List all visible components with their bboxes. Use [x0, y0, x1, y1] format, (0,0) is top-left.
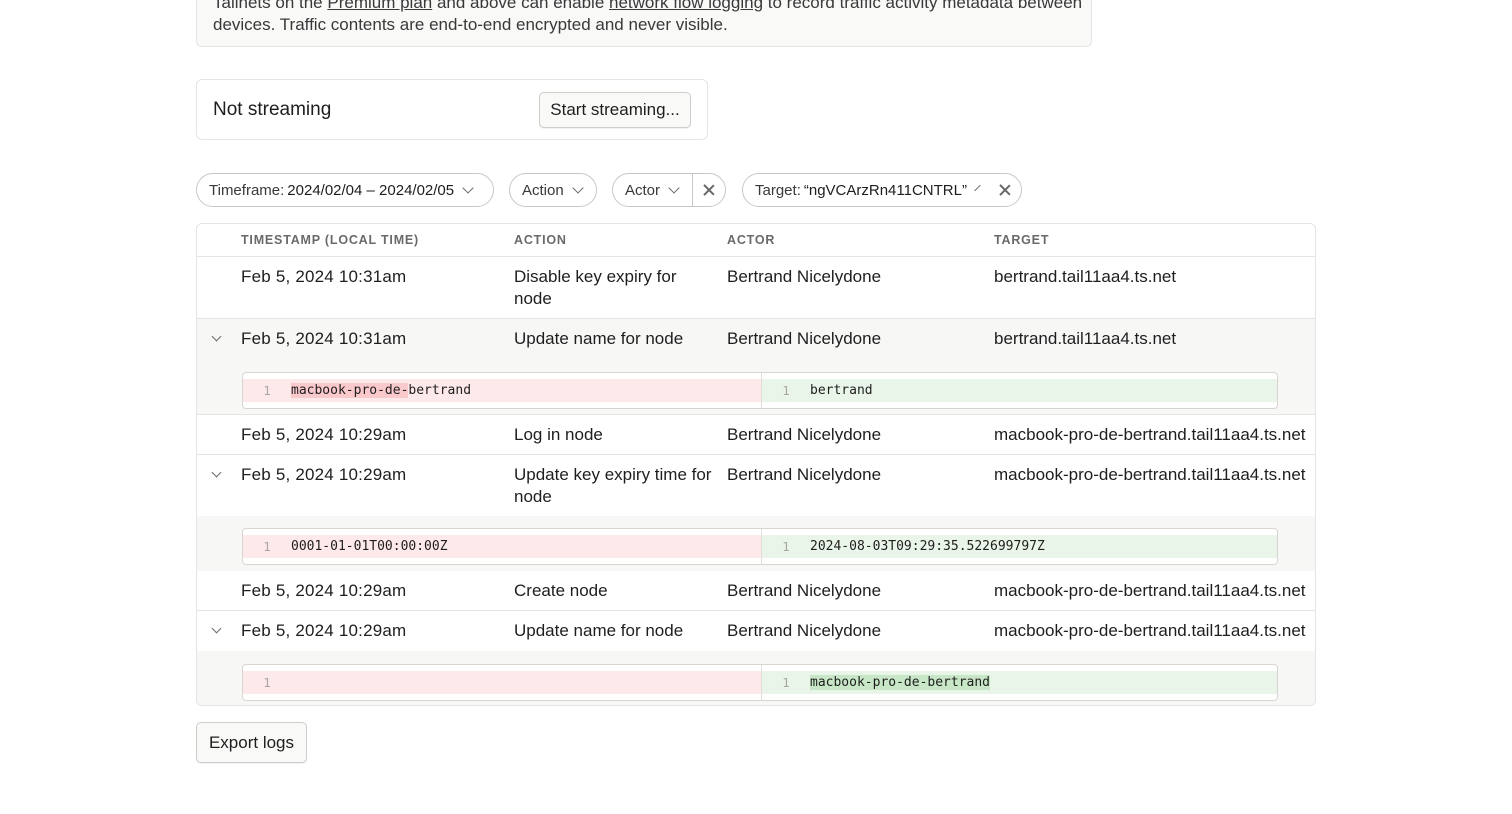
row-target: macbook-pro-de-bertrand.tail11aa4.ts.net	[994, 581, 1306, 600]
column-header-timestamp[interactable]: TIMESTAMP (LOCAL TIME)	[241, 233, 419, 247]
chevron-down-icon	[462, 181, 474, 194]
row-timestamp: Feb 5, 2024 10:31am	[241, 267, 407, 286]
timeframe-label: Timeframe:	[209, 181, 285, 199]
actor-filter-label: Actor	[625, 181, 661, 199]
diff-line-number: 1	[782, 383, 790, 398]
chevron-down-icon[interactable]	[211, 467, 222, 478]
diff-added-text: macbook-pro-de-bertrand	[810, 675, 991, 690]
chevron-down-icon[interactable]	[211, 623, 222, 634]
diff-view: 1 0001-01-01T00:00:00Z 1 2024-08-03T09:2…	[242, 528, 1278, 565]
diff-old-line: 1 macbook-pro-de-bertrand	[243, 379, 761, 402]
row-target: macbook-pro-de-bertrand.tail11aa4.ts.net	[994, 465, 1306, 484]
row-actor: Bertrand Nicelydone	[727, 267, 882, 286]
row-target: macbook-pro-de-bertrand.tail11aa4.ts.net	[994, 621, 1306, 640]
diff-removed-text: 0001-01-01T00:00:00Z	[291, 539, 448, 554]
row-action: Log in node	[514, 425, 603, 444]
actor-filter-dropdown[interactable]: Actor	[613, 174, 692, 206]
target-filter-dropdown[interactable]: Target: “ngVCArzRn411CNTRL”	[743, 174, 989, 206]
diff-removed-text: macbook-pro-de-	[291, 383, 409, 398]
table-row-expanded[interactable]: Feb 5, 2024 10:31am Update name for node…	[197, 319, 1315, 415]
diff-line-number: 1	[263, 675, 271, 690]
close-icon	[999, 184, 1011, 196]
chevron-down-icon	[572, 181, 584, 194]
diff-line-number: 1	[263, 539, 271, 554]
clear-target-filter-button[interactable]	[989, 174, 1021, 206]
row-action: Update name for node	[514, 329, 684, 348]
clear-actor-filter-button[interactable]	[693, 174, 725, 206]
close-icon	[703, 184, 715, 196]
row-action: Update name for node	[514, 621, 684, 640]
action-filter[interactable]: Action	[509, 173, 597, 207]
timeframe-filter[interactable]: Timeframe: 2024/02/04 – 2024/02/05	[196, 173, 494, 207]
notice-line-1: Tailnets on the Premium plan and above c…	[213, 0, 1082, 14]
chevron-down-icon	[974, 184, 981, 191]
table-row[interactable]: Feb 5, 2024 10:29am Log in node Bertrand…	[197, 415, 1315, 455]
export-logs-button[interactable]: Export logs	[196, 722, 307, 763]
network-flow-logging-link[interactable]: network flow logging	[609, 0, 763, 12]
target-filter: Target: “ngVCArzRn411CNTRL”	[742, 173, 1022, 207]
diff-view: 1 1 macbook-pro-de-bertrand	[242, 664, 1278, 701]
column-header-actor[interactable]: ACTOR	[727, 233, 775, 247]
diff-new-line: 1 2024-08-03T09:29:35.522699797Z	[762, 535, 1277, 558]
target-filter-value: “ngVCArzRn411CNTRL”	[803, 181, 967, 199]
row-action: Create node	[514, 581, 608, 600]
diff-new-line: 1 bertrand	[762, 379, 1277, 402]
row-timestamp: Feb 5, 2024 10:29am	[241, 621, 407, 640]
table-row-expanded[interactable]: Feb 5, 2024 10:29am Update name for node…	[197, 611, 1315, 705]
action-filter-label: Action	[522, 181, 564, 199]
row-timestamp: Feb 5, 2024 10:29am	[241, 465, 407, 484]
streaming-status: Not streaming	[213, 99, 332, 120]
row-timestamp: Feb 5, 2024 10:31am	[241, 329, 407, 348]
row-timestamp: Feb 5, 2024 10:29am	[241, 581, 407, 600]
chevron-down-icon[interactable]	[211, 331, 222, 342]
audit-log-table: TIMESTAMP (LOCAL TIME) ACTION ACTOR TARG…	[196, 223, 1316, 706]
row-target: bertrand.tail11aa4.ts.net	[994, 329, 1177, 348]
table-row[interactable]: Feb 5, 2024 10:31am Disable key expiry f…	[197, 257, 1315, 319]
diff-line-number: 1	[782, 675, 790, 690]
row-actor: Bertrand Nicelydone	[727, 581, 882, 600]
row-actor: Bertrand Nicelydone	[727, 621, 882, 640]
row-actor: Bertrand Nicelydone	[727, 465, 882, 484]
row-actor: Bertrand Nicelydone	[727, 329, 882, 348]
row-action: Update key expiry time for node	[514, 465, 712, 506]
row-target: macbook-pro-de-bertrand.tail11aa4.ts.net	[994, 425, 1306, 444]
target-filter-label: Target:	[755, 181, 801, 199]
start-streaming-button[interactable]: Start streaming...	[539, 92, 691, 128]
row-action: Disable key expiry for node	[514, 267, 677, 308]
table-row[interactable]: Feb 5, 2024 10:29am Create node Bertrand…	[197, 571, 1315, 611]
notice-line-2: devices. Traffic contents are end-to-end…	[213, 15, 728, 34]
row-actor: Bertrand Nicelydone	[727, 425, 882, 444]
diff-unchanged-text: bertrand	[408, 383, 472, 398]
column-header-action[interactable]: ACTION	[514, 233, 567, 247]
flow-logging-notice: Tailnets on the Premium plan and above c…	[196, 0, 1092, 47]
diff-old-line: 1 0001-01-01T00:00:00Z	[243, 535, 761, 558]
streaming-panel: Not streaming Start streaming...	[196, 79, 708, 140]
table-row-expanded[interactable]: Feb 5, 2024 10:29am Update key expiry ti…	[197, 455, 1315, 571]
diff-view: 1 macbook-pro-de-bertrand 1 bertrand	[242, 372, 1278, 409]
diff-line-number: 1	[263, 383, 271, 398]
actor-filter: Actor	[612, 173, 726, 207]
table-header: TIMESTAMP (LOCAL TIME) ACTION ACTOR TARG…	[197, 224, 1315, 257]
diff-old-line: 1	[243, 671, 761, 694]
diff-new-line: 1 macbook-pro-de-bertrand	[762, 671, 1277, 694]
diff-line-number: 1	[782, 539, 790, 554]
chevron-down-icon	[668, 181, 680, 194]
column-header-target[interactable]: TARGET	[994, 233, 1049, 247]
premium-plan-link[interactable]: Premium plan	[327, 0, 432, 12]
row-timestamp: Feb 5, 2024 10:29am	[241, 425, 407, 444]
timeframe-value: 2024/02/04 – 2024/02/05	[287, 181, 455, 199]
diff-added-text: bertrand	[810, 383, 873, 398]
diff-added-text: 2024-08-03T09:29:35.522699797Z	[810, 539, 1045, 554]
row-target: bertrand.tail11aa4.ts.net	[994, 267, 1177, 286]
